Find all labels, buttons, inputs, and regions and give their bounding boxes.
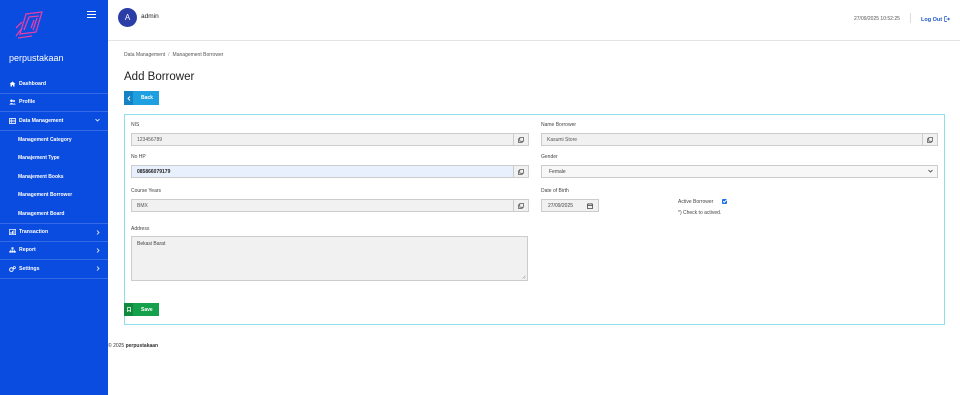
address-label: Address [131, 226, 150, 232]
no-hp-field[interactable]: 085866079179 [131, 165, 529, 178]
logout-link[interactable]: Log Out [921, 15, 951, 24]
sidebar-item-data-management[interactable]: Data Management [0, 112, 108, 131]
topbar: A admin 27/09/2025 10:52:25 Log Out [108, 0, 960, 41]
active-borrower-label: Active Borrower [678, 199, 714, 205]
nis-label: NIS [131, 122, 140, 128]
breadcrumb: Data Management / Management Borrower [124, 52, 223, 58]
chart-icon [9, 229, 16, 236]
sidebar-item-label: Profile [19, 99, 36, 106]
save-label: Save [141, 306, 153, 313]
datetime: 27/09/2025 10:52:25 [854, 16, 900, 22]
breadcrumb-separator: / [168, 52, 170, 58]
dob-field[interactable]: 27/09/2025 [541, 199, 599, 212]
breadcrumb-current: Management Borrower [172, 52, 224, 58]
chevron-down-icon [928, 169, 933, 175]
gender-select[interactable]: Female [541, 165, 938, 178]
gears-icon [9, 265, 16, 272]
address-value: Bekasi Barat [137, 241, 166, 247]
divider [910, 13, 911, 23]
copy-icon[interactable] [922, 134, 937, 145]
username: admin [141, 13, 159, 20]
sidebar-subitem-management-category[interactable]: Management Category [0, 131, 108, 150]
name-borrower-label: Name Borrower [541, 122, 577, 128]
sitemap-icon [9, 247, 16, 253]
sidebar-nav: Dashboard Profile Data Management Manage… [0, 75, 108, 279]
avatar[interactable]: A [118, 8, 137, 27]
chevron-right-icon [96, 266, 100, 273]
resize-handle-icon[interactable] [522, 275, 526, 279]
sidebar: perpustakaan Dashboard Profile Data Mana… [0, 0, 108, 395]
course-years-field[interactable]: BMX [131, 199, 529, 212]
no-hp-value: 085866079179 [137, 168, 171, 175]
breadcrumb-parent[interactable]: Data Management [124, 52, 165, 58]
logout-label: Log Out [921, 16, 943, 23]
sidebar-item-label: Dashboard [19, 80, 47, 87]
sidebar-item-profile[interactable]: Profile [0, 94, 108, 112]
chevron-left-icon [124, 91, 133, 105]
library-logo-icon [12, 8, 48, 40]
back-button[interactable]: Back [124, 91, 159, 105]
footer-brand: perpustakaan [125, 343, 159, 349]
sidebar-item-label: Data Management [19, 117, 64, 124]
name-borrower-value: Kasumi Store [547, 136, 578, 143]
chevron-right-icon [96, 230, 100, 237]
chevron-down-icon [95, 118, 100, 124]
dob-label: Date of Birth [541, 188, 569, 194]
name-borrower-field[interactable]: Kasumi Store [541, 133, 938, 146]
copy-icon[interactable] [513, 166, 528, 177]
brand-name: perpustakaan [9, 53, 64, 63]
save-button[interactable]: Save [124, 303, 159, 316]
gender-label: Gender [541, 154, 558, 160]
sidebar-item-transaction[interactable]: Transaction [0, 223, 108, 242]
nis-field[interactable]: 123456789 [131, 133, 529, 146]
calendar-icon[interactable] [587, 203, 593, 211]
no-hp-label: No HP [131, 154, 146, 160]
sidebar-item-settings[interactable]: Settings [0, 260, 108, 279]
sign-out-icon [942, 15, 951, 24]
sidebar-subitem-manajement-books[interactable]: Manajement Books [0, 168, 108, 187]
database-icon [9, 117, 16, 124]
sidebar-item-label: Report [19, 247, 36, 254]
footer: © 2025 perpustakaan [108, 343, 158, 349]
course-years-label: Course Years [131, 188, 162, 194]
active-borrower-checkbox[interactable] [722, 199, 727, 204]
copy-icon[interactable] [513, 134, 528, 145]
dob-value: 27/09/2025 [548, 202, 574, 209]
back-label: Back [141, 95, 153, 101]
gender-value: Female [549, 168, 566, 175]
sidebar-item-label: Transaction [19, 229, 49, 236]
sidebar-subitem-manajement-type[interactable]: Manajement Type [0, 149, 108, 168]
sidebar-subitem-management-borrower[interactable]: Management Borrower [0, 186, 108, 205]
sidebar-item-dashboard[interactable]: Dashboard [0, 75, 108, 94]
sidebar-item-label: Settings [19, 265, 40, 272]
home-icon [9, 81, 16, 87]
users-icon [9, 99, 16, 105]
menu-toggle-icon[interactable] [87, 11, 96, 19]
footer-copyright: © 2025 [108, 343, 125, 349]
copy-icon[interactable] [513, 200, 528, 211]
sidebar-item-report[interactable]: Report [0, 242, 108, 260]
borrower-form-card: NIS 123456789 Name Borrower Kasumi Store… [124, 114, 945, 325]
address-textarea[interactable]: Bekasi Barat [131, 236, 528, 281]
sidebar-subitem-management-board[interactable]: Management Board [0, 205, 108, 224]
nis-value: 123456789 [137, 136, 163, 143]
page-title: Add Borrower [124, 71, 195, 83]
bookmark-icon [124, 303, 133, 316]
chevron-right-icon [96, 247, 100, 255]
active-hint: *) Check to actived. [678, 210, 722, 216]
course-years-value: BMX [137, 202, 148, 209]
